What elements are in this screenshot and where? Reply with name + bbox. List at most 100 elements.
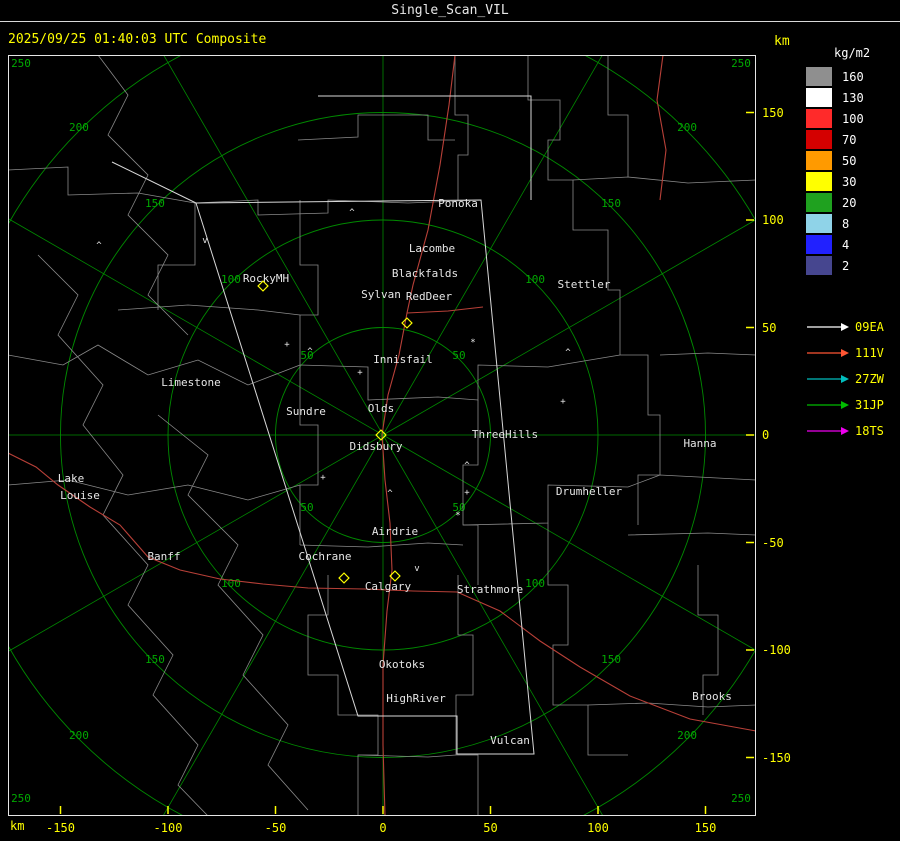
- legend-scale-value: 4: [842, 237, 850, 252]
- ring-distance-label: 250: [731, 792, 751, 805]
- right-axis-unit: km: [774, 34, 790, 49]
- weather-symbol: v: [414, 564, 419, 574]
- weather-symbol: +: [464, 488, 470, 498]
- legend-color-scale: 160 130 100 70 50 30 20 8 4 2: [806, 66, 900, 276]
- radar-sector-outline: [318, 95, 532, 200]
- legend-unit-label: kg/m2: [834, 46, 871, 60]
- x-axis-tick-label: 0: [379, 821, 387, 835]
- radar-map-svg[interactable]: 5050505010010010010015015015015020020020…: [8, 55, 756, 816]
- legend-scale-row: 70: [806, 129, 900, 150]
- legend-panel: kg/m2 160 130 100 70 50 30 20 8 4 2 09EA 111V 27ZW 3…: [806, 46, 900, 444]
- radar-id-label: 27ZW: [855, 372, 884, 386]
- x-axis-tick-label: -150: [46, 821, 75, 835]
- y-axis-tick-label: 100: [762, 213, 784, 227]
- county-boundary: [607, 55, 629, 177]
- county-boundary: [8, 344, 301, 386]
- radar-id-label: 18TS: [855, 424, 884, 438]
- radar-window: Single_Scan_VIL 2025/09/25 01:40:03 UTC …: [0, 0, 900, 841]
- ring-distance-label: 250: [11, 792, 31, 805]
- ring-distance-label: 50: [300, 501, 313, 514]
- scan-timestamp: 2025/09/25 01:40:03 UTC Composite: [8, 32, 267, 47]
- ring-distance-label: 200: [69, 729, 89, 742]
- weather-symbol: +: [357, 368, 363, 378]
- county-boundary: [299, 200, 319, 365]
- city-label: Hanna: [683, 437, 716, 450]
- county-boundary: [97, 55, 189, 336]
- radar-arrow-icon: [807, 349, 849, 357]
- city-label: Olds: [368, 402, 395, 415]
- radar-arrow-icon: [807, 427, 849, 435]
- city-label: Sundre: [286, 405, 326, 418]
- city-label: Okotoks: [379, 658, 425, 671]
- legend-scale-value: 20: [842, 195, 857, 210]
- city-label: Louise: [60, 489, 100, 502]
- county-boundary: [659, 352, 756, 356]
- weather-symbol: +: [284, 340, 290, 350]
- city-label: Limestone: [161, 376, 221, 389]
- ring-distance-label: 200: [69, 121, 89, 134]
- radar-site-marker: [338, 572, 350, 584]
- y-axis-tick-label: -150: [762, 750, 791, 765]
- weather-symbol: +: [560, 397, 566, 407]
- county-boundary: [572, 176, 756, 184]
- ring-distance-label: 200: [677, 121, 697, 134]
- city-label: Stettler: [558, 278, 611, 291]
- county-boundary: [462, 474, 756, 526]
- weather-symbol: ^: [349, 208, 355, 218]
- city-label: Banff: [147, 550, 180, 563]
- city-label: Vulcan: [490, 734, 530, 747]
- title-bar: Single_Scan_VIL: [0, 0, 900, 22]
- ring-distance-label: 150: [601, 653, 621, 666]
- legend-radar-row: 09EA: [806, 314, 900, 340]
- weather-symbol: ^: [96, 241, 102, 251]
- legend-scale-row: 50: [806, 150, 900, 171]
- county-boundary: [307, 575, 379, 816]
- ring-distance-label: 250: [731, 57, 751, 70]
- weather-symbol: v: [202, 236, 207, 246]
- legend-scale-row: 8: [806, 213, 900, 234]
- weather-symbol: *: [470, 338, 475, 348]
- county-boundary: [157, 203, 196, 310]
- city-label: Sylvan: [361, 288, 401, 301]
- legend-color-swatch: [806, 88, 832, 107]
- legend-scale-row: 160: [806, 66, 900, 87]
- legend-scale-value: 100: [842, 111, 864, 126]
- y-axis-tick-label: 150: [762, 105, 784, 120]
- county-boundary: [454, 55, 469, 200]
- county-boundary: [117, 304, 301, 316]
- legend-color-swatch: [806, 214, 832, 233]
- city-label: Blackfalds: [392, 267, 458, 280]
- radar-id-label: 09EA: [855, 320, 884, 334]
- legend-color-swatch: [806, 235, 832, 254]
- y-axis-tick-label: -100: [762, 643, 791, 657]
- county-boundary: [627, 532, 756, 536]
- legend-radar-row: 31JP: [806, 392, 900, 418]
- county-boundary: [157, 414, 309, 811]
- city-label: Brooks: [692, 690, 732, 703]
- city-label: RedDeer: [406, 290, 453, 303]
- radar-id-label: 111V: [855, 346, 884, 360]
- y-axis-tick-label: -50: [762, 535, 784, 550]
- bottom-axis-unit: km: [10, 819, 25, 833]
- weather-symbol: ^: [307, 347, 313, 357]
- legend-scale-row: 4: [806, 234, 900, 255]
- legend-radar-row: 27ZW: [806, 366, 900, 392]
- ring-distance-label: 50: [452, 349, 465, 362]
- legend-radar-list: 09EA 111V 27ZW 31JP 18TS: [806, 314, 900, 444]
- highway: [656, 55, 667, 201]
- legend-scale-value: 50: [842, 153, 857, 168]
- county-boundary: [587, 702, 756, 708]
- county-boundary: [455, 575, 479, 816]
- city-label: Ponoka: [438, 197, 478, 210]
- city-label: Drumheller: [556, 485, 623, 498]
- radar-arrow-icon: [807, 323, 849, 331]
- ring-distance-label: 150: [145, 653, 165, 666]
- y-axis-tick-label: 0: [762, 428, 770, 442]
- legend-scale-row: 20: [806, 192, 900, 213]
- city-label: Lake: [58, 472, 85, 485]
- city-label: ThreeHills: [472, 428, 538, 441]
- county-boundary: [299, 542, 464, 548]
- x-axis-tick-label: -100: [153, 821, 183, 835]
- city-label: Didsbury: [350, 440, 403, 453]
- ring-distance-label: 200: [677, 729, 697, 742]
